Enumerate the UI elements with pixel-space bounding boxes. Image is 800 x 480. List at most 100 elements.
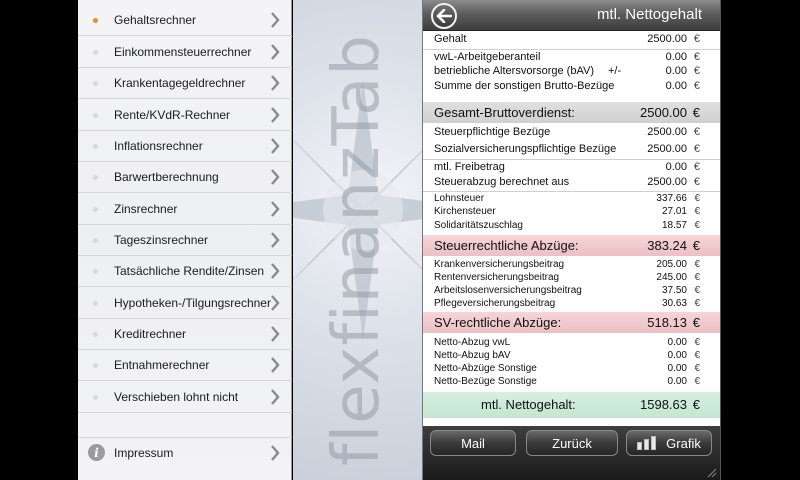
row-steuerpflichtig: Steuerpflichtige Bezüge 2500.00 € xyxy=(423,125,720,142)
row-value: 30.63 xyxy=(661,298,687,309)
summary-sv: SV-rechtliche Abzüge: 518.13 € xyxy=(423,312,720,333)
bottom-toolbar: Mail Zurück Grafik xyxy=(423,426,720,480)
menu-item-rente-kvdr-rechner[interactable]: Rente/KVdR-Rechner xyxy=(78,100,292,131)
menu-item-label: Barwertberechnung xyxy=(114,170,219,184)
currency-label: € xyxy=(693,126,700,138)
row-value: 245.00 xyxy=(656,272,687,283)
row-value[interactable]: 0.00 xyxy=(668,376,687,387)
menu-item-kreditrechner[interactable]: Kreditrechner xyxy=(78,319,292,350)
bullet-icon xyxy=(93,81,98,86)
menu-item-label: Entnahmerechner xyxy=(114,358,210,372)
mail-button-label: Mail xyxy=(461,435,485,451)
summary-label: Gesamt-Bruttoverdienst: xyxy=(434,105,575,120)
row-solidaritaetszuschlag: Solidaritätszuschlag 18.57 € xyxy=(423,219,720,233)
row-gehalt: Gehalt 2500.00 € xyxy=(423,32,720,49)
row-value: 205.00 xyxy=(656,259,687,270)
row-label: Krankenversicherungsbeitrag xyxy=(434,259,565,270)
menu-item-gehaltsrechner[interactable]: Gehaltsrechner xyxy=(78,5,292,36)
row-label: Solidaritätszuschlag xyxy=(434,220,523,231)
menu-item-krankentagegeldrechner[interactable]: Krankentagegeldrechner xyxy=(78,68,292,99)
currency-label: € xyxy=(692,315,700,330)
row-value[interactable]: 0.00 xyxy=(668,363,687,374)
bullet-icon xyxy=(93,207,98,212)
title-bar: mtl. Nettogehalt xyxy=(423,0,720,31)
currency-label: € xyxy=(694,285,700,296)
menu-item-verschieben-lohnt-nicht[interactable]: Verschieben lohnt nicht xyxy=(78,382,292,413)
brand-background-panel: flexfinanzTab xyxy=(293,0,422,480)
menu-item-label: Hypotheken-/Tilgungsrechner xyxy=(114,296,271,310)
row-netto-abzuege-sonstige: Netto-Abzüge Sonstige 0.00 € xyxy=(423,362,720,375)
row-value[interactable]: 2500.00 xyxy=(647,33,687,45)
menu-item-zinsrechner[interactable]: Zinsrechner xyxy=(78,194,292,225)
menu-item-inflationsrechner[interactable]: Inflationsrechner xyxy=(78,131,292,162)
summary-value: 518.13 xyxy=(647,315,687,330)
row-label: Gehalt xyxy=(434,33,467,45)
row-value: 0.00 xyxy=(667,337,687,348)
chevron-right-icon xyxy=(271,201,280,217)
row-value: 0.00 xyxy=(667,350,687,361)
bullet-icon xyxy=(93,144,98,149)
row-value[interactable]: 0.00 xyxy=(666,80,687,92)
row-label: Pflegeversicherungsbeitrag xyxy=(434,298,556,309)
summary-value: 2500.00 xyxy=(640,105,687,120)
back-arrow-button[interactable] xyxy=(431,3,457,29)
chevron-right-icon xyxy=(271,445,280,461)
menu-item-label: Kreditrechner xyxy=(114,327,187,341)
summary-steuer: Steuerrechtliche Abzüge: 383.24 € xyxy=(423,235,720,256)
row-krankenversicherung: Krankenversicherungsbeitrag 205.00 € xyxy=(423,258,720,271)
menu-item-label: Verschieben lohnt nicht xyxy=(114,390,239,404)
chevron-right-icon xyxy=(271,169,280,185)
row-value[interactable]: 0.00 xyxy=(666,161,687,173)
menu-item-hypotheken-tilgungsrechner[interactable]: Hypotheken-/Tilgungsrechner xyxy=(78,288,292,319)
menu-item-label: Tageszinsrechner xyxy=(114,233,209,247)
summary-netto: mtl. Nettogehalt: 1598.63 € xyxy=(423,392,720,418)
left-bezel xyxy=(0,0,78,480)
back-button[interactable]: Zurück xyxy=(526,430,618,456)
bar-chart-icon xyxy=(637,436,659,450)
currency-label: € xyxy=(694,272,700,283)
row-label[interactable]: Netto-Abzüge Sonstige xyxy=(434,363,537,374)
bullet-icon xyxy=(93,363,98,368)
row-value: 27.01 xyxy=(661,206,687,217)
menu-item-entnahmerechner[interactable]: Entnahmerechner xyxy=(78,350,292,381)
menu-item-rendite-zinsen[interactable]: Tatsächliche Rendite/Zinsen xyxy=(78,256,292,287)
plus-minus-toggle[interactable]: +/- xyxy=(608,65,621,77)
row-label: Netto-Abzug vwL xyxy=(434,337,511,348)
row-value: 2500.00 xyxy=(647,143,687,155)
currency-label: € xyxy=(693,80,700,92)
chevron-right-icon xyxy=(271,75,280,91)
currency-label: € xyxy=(694,298,700,309)
chevron-right-icon xyxy=(271,138,280,154)
currency-label: € xyxy=(694,337,700,348)
chevron-right-icon xyxy=(271,263,280,279)
row-label: Arbeitslosenversicherungsbeitrag xyxy=(434,285,582,296)
menu-item-einkommensteuerrechner[interactable]: Einkommensteuerrechner xyxy=(78,37,292,68)
result-panel: mtl. Nettogehalt Gehalt 2500.00 € vwL-Ar… xyxy=(422,0,721,480)
currency-label: € xyxy=(694,193,700,204)
graph-button[interactable]: Grafik xyxy=(626,430,712,456)
row-netto-abzug-vwl: Netto-Abzug vwL 0.00 € xyxy=(423,336,720,349)
menu-item-label: Zinsrechner xyxy=(114,202,178,216)
mail-button[interactable]: Mail xyxy=(430,430,516,456)
row-label: Netto-Bezüge Sonstige xyxy=(434,376,537,387)
menu-item-label: Tatsächliche Rendite/Zinsen xyxy=(114,264,265,278)
row-netto-bezuege-sonstige: Netto-Bezüge Sonstige 0.00 € xyxy=(423,375,720,388)
chevron-right-icon xyxy=(271,44,280,60)
bullet-icon xyxy=(93,395,98,400)
row-value: 2500.00 xyxy=(647,176,687,188)
row-value[interactable]: 0.00 xyxy=(666,51,687,63)
currency-label: € xyxy=(694,259,700,270)
row-value[interactable]: 0.00 xyxy=(666,65,687,77)
row-value: 37.50 xyxy=(661,285,687,296)
chevron-right-icon xyxy=(271,295,280,311)
chevron-right-icon xyxy=(271,232,280,248)
currency-label: € xyxy=(694,376,700,387)
menu-item-barwertberechnung[interactable]: Barwertberechnung xyxy=(78,162,292,193)
menu-item-tageszinsrechner[interactable]: Tageszinsrechner xyxy=(78,225,292,256)
bullet-icon xyxy=(93,175,98,180)
summary-label: SV-rechtliche Abzüge: xyxy=(434,315,562,330)
bullet-icon xyxy=(93,238,98,243)
menu-item-impressum[interactable]: i Impressum xyxy=(78,437,292,467)
row-arbeitslosenversicherung: Arbeitslosenversicherungsbeitrag 37.50 € xyxy=(423,284,720,297)
brand-wordmark: flexfinanzTab xyxy=(320,33,394,467)
